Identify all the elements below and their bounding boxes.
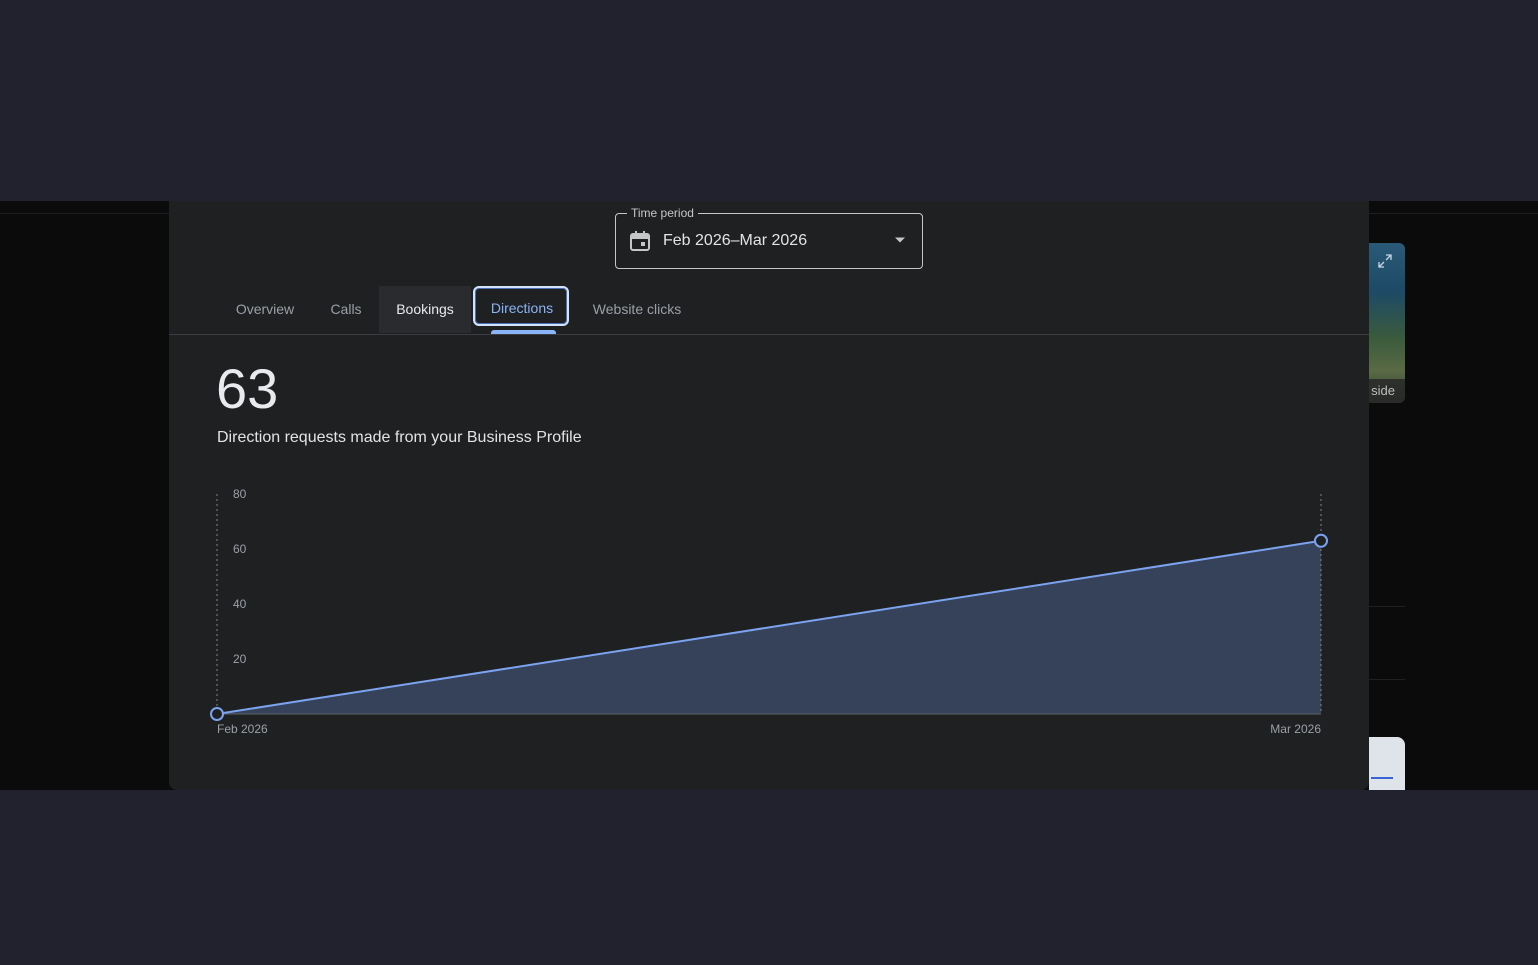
background-divider <box>1369 679 1405 680</box>
app-viewport: side Time period Feb 2026–Mar 2026 Overv… <box>0 201 1538 790</box>
background-divider <box>1369 606 1405 607</box>
chart-y-tick-label: 60 <box>233 542 247 556</box>
chart-x-tick-label: Mar 2026 <box>1270 722 1321 736</box>
background-card <box>1369 737 1405 790</box>
directions-chart: 20 40 60 80 Feb 2026 Mar 2026 <box>210 487 1328 736</box>
chart-y-tick-label: 20 <box>233 652 247 666</box>
chart-data-point <box>210 707 224 721</box>
chart-y-tick-label: 80 <box>233 487 247 501</box>
background-photo: side <box>1369 243 1405 403</box>
chart-y-tick-label: 40 <box>233 597 247 611</box>
chart-x-tick-label: Feb 2026 <box>217 722 268 736</box>
background-photo-label: side <box>1369 379 1405 403</box>
background-card-accent <box>1371 777 1393 779</box>
performance-dialog: Time period Feb 2026–Mar 2026 Overview C… <box>169 201 1369 790</box>
expand-icon <box>1378 254 1392 268</box>
chart-data-point <box>1314 533 1328 548</box>
